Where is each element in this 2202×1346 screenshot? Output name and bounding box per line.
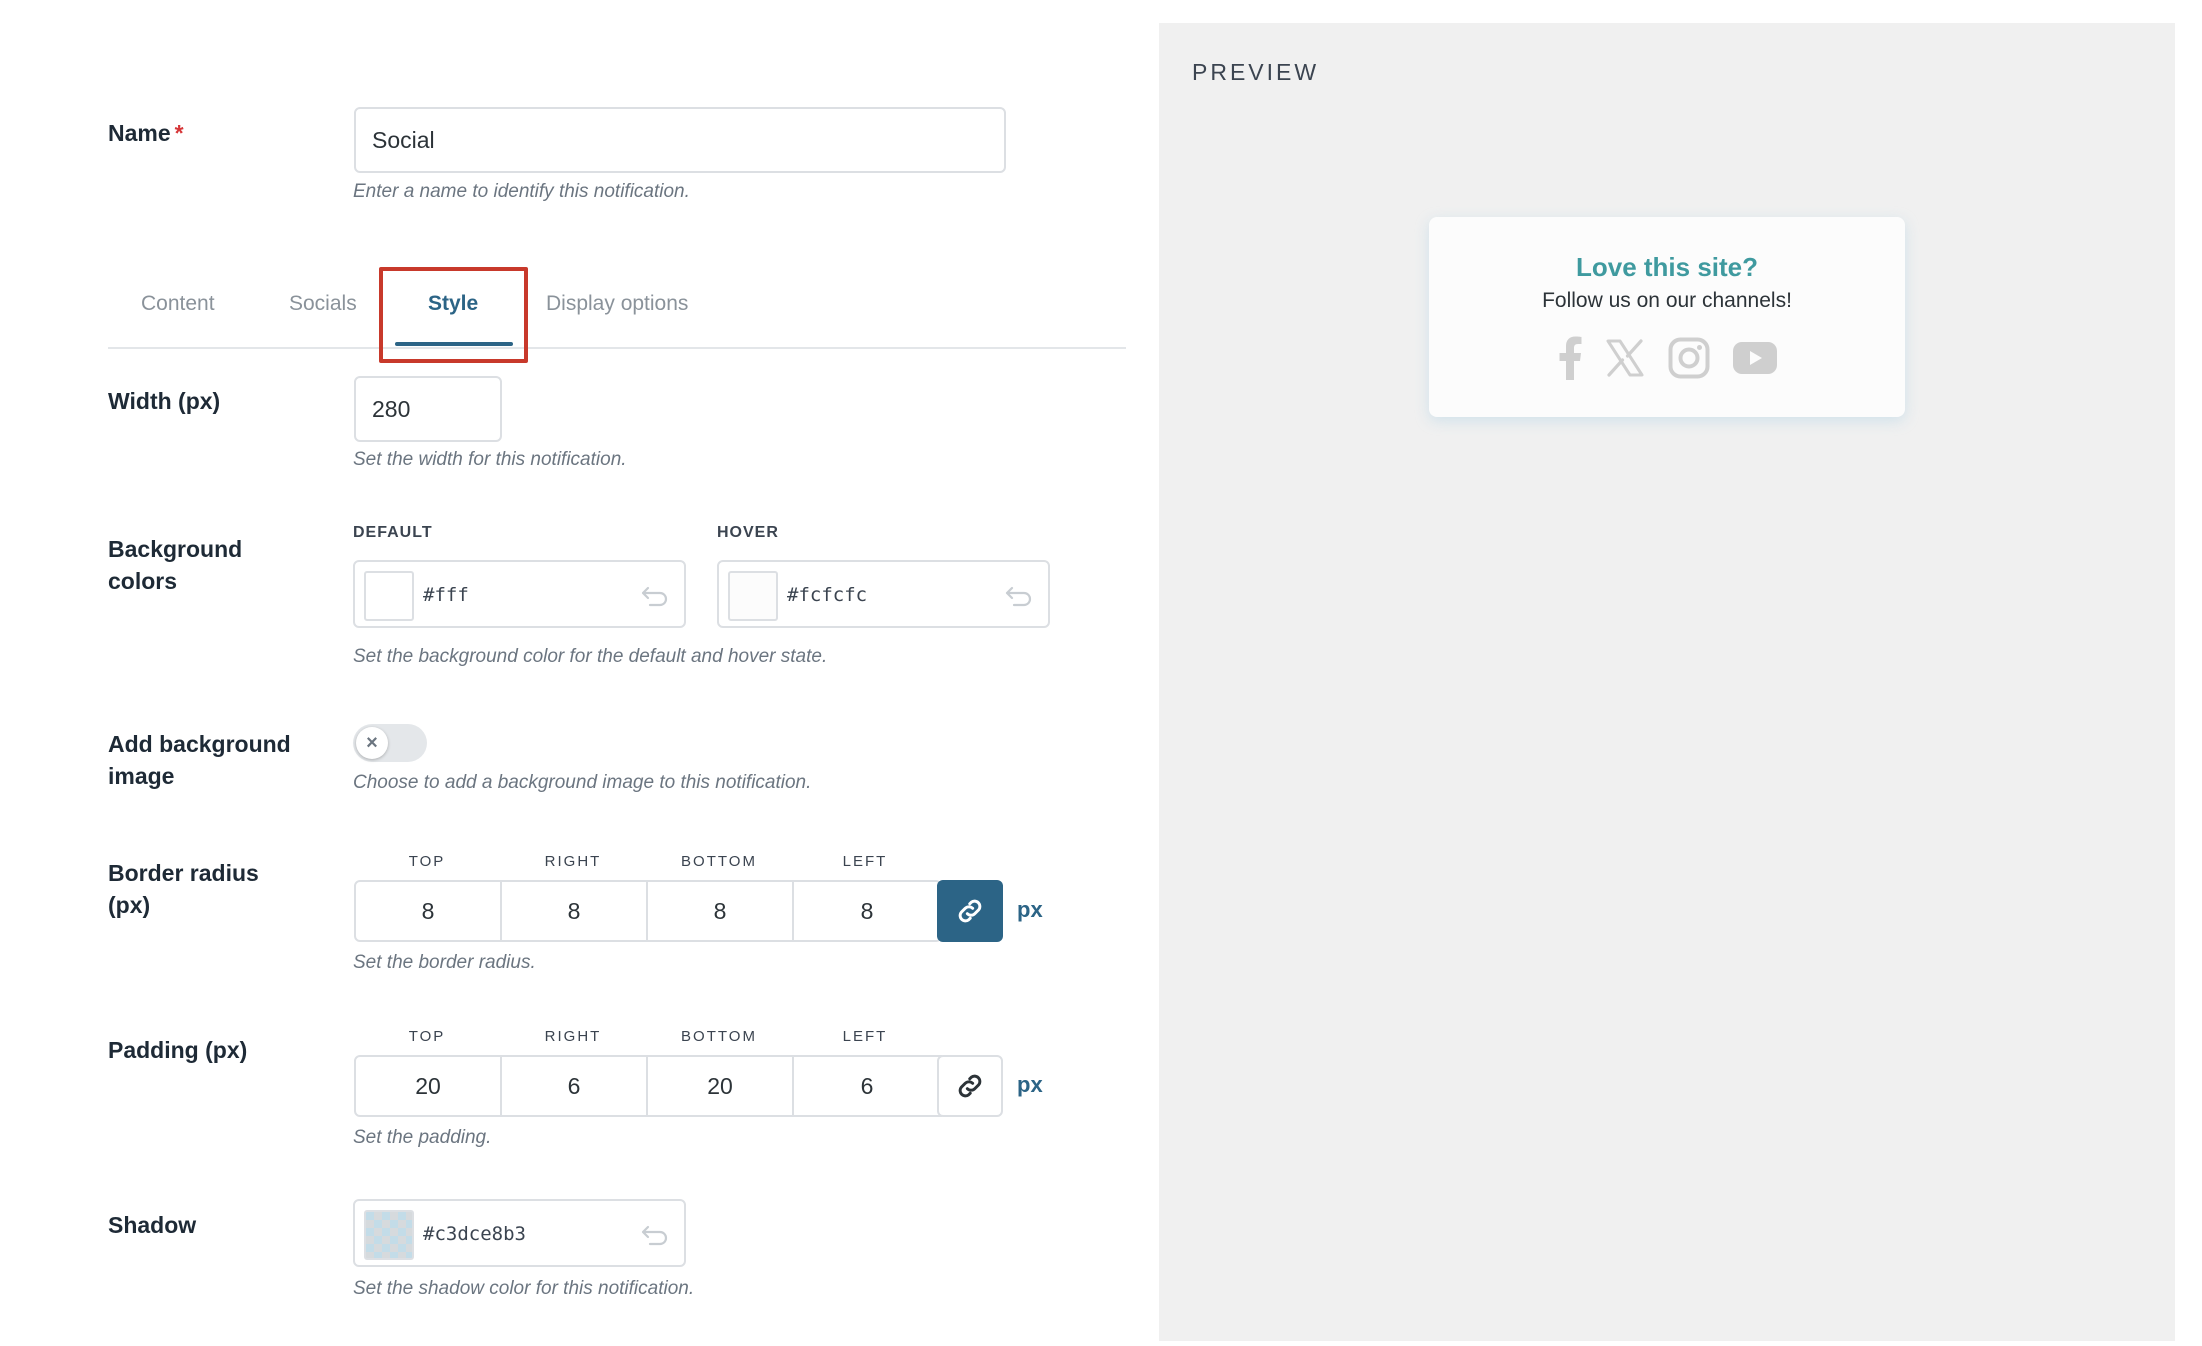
padding-inputs: 20 6 20 6 [354, 1055, 942, 1117]
hover-color-value[interactable]: #fcfcfc [787, 584, 867, 606]
name-help: Enter a name to identify this notificati… [353, 181, 690, 202]
padding-right-label: RIGHT [544, 1028, 602, 1045]
tab-highlight-box [379, 267, 528, 363]
border-radius-bottom-input[interactable]: 8 [648, 882, 794, 940]
hover-color-label: HOVER [717, 524, 779, 541]
background-colors-label-line1: Background [108, 536, 243, 562]
border-radius-right-input[interactable]: 8 [502, 882, 648, 940]
background-image-label-line1: Add background [108, 731, 291, 757]
shadow-color-picker[interactable]: #c3dce8b3 [353, 1199, 686, 1267]
shadow-color-reset-icon[interactable] [640, 1224, 670, 1246]
hover-color-reset-icon[interactable] [1004, 585, 1034, 607]
background-image-label: Add background image [108, 728, 291, 792]
default-color-value[interactable]: #fff [423, 584, 469, 606]
tabs-divider [108, 347, 1126, 349]
notification-title: Love this site? [1575, 252, 1759, 282]
instagram-icon[interactable] [1668, 337, 1710, 379]
background-colors-help: Set the background color for the default… [353, 646, 828, 667]
background-colors-label: Background colors [108, 533, 242, 597]
background-colors-label-line2: colors [108, 568, 178, 594]
name-input-value: Social [372, 126, 435, 153]
border-radius-left-input[interactable]: 8 [794, 882, 940, 940]
border-radius-right-label: RIGHT [544, 853, 602, 870]
border-radius-help: Set the border radius. [353, 952, 536, 973]
border-radius-left-label: LEFT [842, 853, 888, 870]
youtube-icon[interactable] [1732, 342, 1777, 374]
tab-display-options[interactable]: Display options [546, 292, 688, 316]
border-radius-unit[interactable]: px [1017, 897, 1043, 923]
notification-subtitle: Follow us on our channels! [1542, 289, 1792, 312]
shadow-help: Set the shadow color for this notificati… [353, 1278, 695, 1299]
background-image-toggle[interactable]: × [353, 724, 427, 762]
border-radius-link-button[interactable] [937, 880, 1003, 942]
width-input-value: 280 [372, 395, 411, 422]
background-image-help: Choose to add a background image to this… [353, 772, 812, 793]
tab-socials[interactable]: Socials [289, 292, 357, 316]
name-label: Name * [108, 117, 184, 149]
border-radius-top-label: TOP [408, 853, 446, 870]
background-image-label-line2: image [108, 763, 175, 789]
required-mark: * [174, 120, 184, 146]
border-radius-label-line1: Border radius [108, 860, 259, 886]
padding-side-labels: TOP RIGHT BOTTOM LEFT [354, 1028, 938, 1045]
width-help: Set the width for this notification. [353, 449, 627, 470]
tab-content[interactable]: Content [141, 292, 215, 316]
width-input[interactable]: 280 [354, 376, 502, 442]
name-label-text: Name [108, 120, 171, 146]
shadow-color-value[interactable]: #c3dce8b3 [423, 1223, 526, 1245]
border-radius-side-labels: TOP RIGHT BOTTOM LEFT [354, 853, 938, 870]
padding-right-input[interactable]: 6 [502, 1057, 648, 1115]
x-icon[interactable] [1606, 339, 1644, 377]
shadow-color-swatch[interactable] [364, 1210, 414, 1260]
social-icons [1557, 335, 1777, 381]
border-radius-label-line2: (px) [108, 892, 151, 918]
padding-bottom-input[interactable]: 20 [648, 1057, 794, 1115]
border-radius-top-input[interactable]: 8 [356, 882, 502, 940]
border-radius-label: Border radius (px) [108, 857, 259, 921]
hover-color-picker[interactable]: #fcfcfc [717, 560, 1050, 628]
default-color-swatch[interactable] [364, 571, 414, 621]
name-input[interactable]: Social [354, 107, 1006, 173]
padding-top-input[interactable]: 20 [356, 1057, 502, 1115]
padding-left-input[interactable]: 6 [794, 1057, 940, 1115]
width-label: Width (px) [108, 388, 221, 414]
padding-help: Set the padding. [353, 1127, 492, 1148]
preview-panel: PREVIEW Love this site? Follow us on our… [1159, 23, 2175, 1341]
padding-unit[interactable]: px [1017, 1072, 1043, 1098]
link-icon [958, 899, 982, 923]
default-color-picker[interactable]: #fff [353, 560, 686, 628]
padding-label: Padding (px) [108, 1037, 248, 1063]
padding-left-label: LEFT [842, 1028, 888, 1045]
border-radius-inputs: 8 8 8 8 [354, 880, 942, 942]
padding-bottom-label: BOTTOM [681, 1028, 757, 1045]
border-radius-bottom-label: BOTTOM [681, 853, 757, 870]
default-color-reset-icon[interactable] [640, 585, 670, 607]
default-color-label: DEFAULT [353, 524, 433, 541]
padding-link-button[interactable] [937, 1055, 1003, 1117]
padding-top-label: TOP [408, 1028, 446, 1045]
preview-title: PREVIEW [1192, 59, 1320, 85]
hover-color-swatch[interactable] [728, 571, 778, 621]
notification-preview: Love this site? Follow us on our channel… [1429, 217, 1905, 417]
toggle-knob: × [356, 727, 388, 759]
link-icon [958, 1074, 982, 1098]
shadow-label: Shadow [108, 1212, 197, 1238]
facebook-icon[interactable] [1557, 336, 1583, 380]
